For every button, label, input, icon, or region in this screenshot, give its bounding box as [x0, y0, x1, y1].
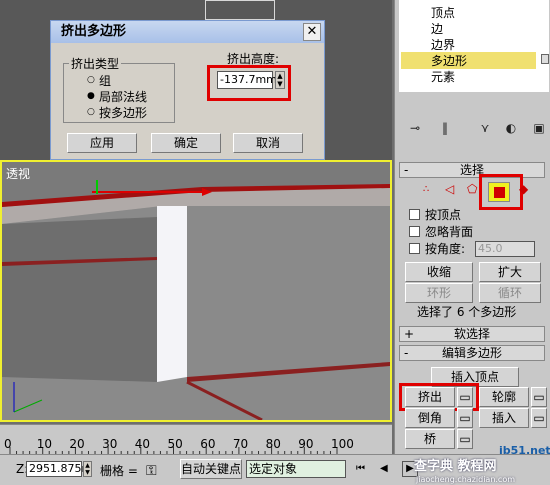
extrude-button[interactable]: 挤出: [405, 387, 455, 407]
z-coordinate-field[interactable]: 2951.875m: [26, 461, 92, 477]
ruler-tick-label: 10: [36, 437, 52, 451]
extrusion-type-label: 挤出类型: [69, 55, 122, 72]
edit-polygons-rollout-header[interactable]: - 编辑多边形: [399, 345, 545, 361]
bevel-settings-button[interactable]: ▭: [457, 408, 473, 428]
tree-item-edge[interactable]: 边: [431, 20, 443, 37]
cancel-button[interactable]: 取消: [233, 133, 303, 153]
by-angle-checkbox[interactable]: [409, 243, 420, 254]
auto-key-button[interactable]: 自动关键点: [180, 459, 242, 479]
by-vertex-label: 按顶点: [425, 208, 462, 222]
soft-selection-rollout-header[interactable]: + 软选择: [399, 326, 545, 342]
configure-icon[interactable]: ◐: [503, 120, 519, 136]
outline-settings-button[interactable]: ▭: [531, 387, 547, 407]
ring-button[interactable]: 环形: [405, 283, 473, 303]
option-local-normal-label: 局部法线: [99, 90, 148, 104]
border-mode-icon[interactable]: ⬠: [467, 182, 477, 196]
radio-group[interactable]: ○: [87, 75, 95, 85]
bridge-button[interactable]: 桥: [405, 429, 455, 449]
status-bar: Z: 2951.875m ▲ ▼ 栅格 = ⚿ 自动关键点 选定对象 ⏮ ◀ ▶ …: [0, 454, 550, 485]
dialog-title[interactable]: 挤出多边形: [51, 21, 324, 43]
modifier-stack-icon[interactable]: ‖: [437, 120, 453, 136]
inset-settings-button[interactable]: ▭: [531, 408, 547, 428]
previous-frame-icon[interactable]: ◀: [380, 463, 388, 474]
tree-item-polygon[interactable]: 多边形: [401, 52, 536, 69]
loop-button[interactable]: 循环: [479, 283, 541, 303]
ruler-tick-label: 30: [102, 437, 118, 451]
ok-button[interactable]: 确定: [151, 133, 221, 153]
height-spinner[interactable]: ▲ ▼: [275, 71, 285, 89]
apply-button[interactable]: 应用: [67, 133, 137, 153]
soft-selection-title: 软选择: [453, 327, 490, 341]
selection-rollout-header[interactable]: - 选择: [399, 162, 545, 178]
grow-button[interactable]: 扩大: [479, 262, 541, 282]
element-mode-icon[interactable]: ◆: [519, 182, 528, 196]
command-panel: 顶点 边 边界 多边形 元素 ⊸ ‖ ⋎ ◐ ▣ - 选择 ∴ ◁ ⬠ ◆ 按顶点…: [394, 0, 550, 485]
inset-button[interactable]: 插入: [479, 408, 529, 428]
ruler-tick-label: 60: [200, 437, 216, 451]
remove-modifier-icon[interactable]: ⋎: [477, 120, 493, 136]
option-by-polygon-label: 按多边形: [99, 106, 148, 120]
by-angle-label: 按角度:: [425, 242, 466, 256]
scene-geometry: [2, 180, 390, 420]
option-group-label: 组: [99, 74, 112, 88]
modifier-stack-tree: [399, 0, 549, 92]
ruler-tick-label: 50: [167, 437, 183, 451]
grid-label: 栅格 =: [100, 464, 138, 478]
key-filter-select[interactable]: 选定对象: [246, 460, 346, 478]
perspective-viewport[interactable]: 透视: [0, 160, 392, 422]
go-to-start-icon[interactable]: ⏮: [356, 463, 365, 474]
tree-item-vertex[interactable]: 顶点: [431, 4, 455, 21]
ruler-tick-label: 20: [69, 437, 85, 451]
scrollbar-thumb[interactable]: [541, 54, 549, 64]
shrink-button[interactable]: 收缩: [405, 262, 473, 282]
edit-polygons-title: 编辑多边形: [441, 346, 502, 360]
pin-stack-icon[interactable]: ⊸: [407, 120, 423, 136]
selection-status: 选择了 6 个多边形: [417, 305, 517, 319]
tree-item-border[interactable]: 边界: [431, 36, 455, 53]
extrusion-height-input[interactable]: -137.7mm: [217, 71, 277, 89]
wire-outline: [205, 0, 275, 20]
show-end-icon[interactable]: ▣: [531, 120, 547, 136]
bridge-settings-button[interactable]: ▭: [457, 429, 473, 449]
radio-local-normal[interactable]: ●: [87, 91, 95, 101]
ruler-tick-label: 100: [331, 437, 354, 451]
ignore-backfacing-checkbox[interactable]: [409, 226, 420, 237]
timeline-ruler[interactable]: 0 10 20 30 40 50 60 70 80 90 100: [0, 424, 392, 455]
ruler-tick-label: 40: [134, 437, 151, 451]
ruler-tick-label: 80: [265, 437, 281, 451]
ruler-tick-label: 0: [4, 437, 12, 451]
key-icon[interactable]: ⚿: [146, 463, 157, 479]
ignore-backfacing-label: 忽略背面: [425, 225, 474, 239]
watermark-url: jiaocheng.chazidian.com: [416, 475, 516, 484]
polygon-mode-icon[interactable]: [488, 182, 510, 202]
watermark-subtitle: 查字典 教程网: [414, 459, 497, 474]
radio-by-polygon[interactable]: ○: [87, 107, 95, 117]
outline-button[interactable]: 轮廓: [479, 387, 529, 407]
bevel-button[interactable]: 倒角: [405, 408, 455, 428]
ruler-tick-label: 70: [232, 437, 249, 451]
by-vertex-checkbox[interactable]: [409, 209, 420, 220]
extrude-polygons-dialog: 挤出多边形 ✕ 挤出类型 ○ 组 ● 局部法线 ○ 按多边形 挤出高度: -13…: [50, 20, 325, 160]
vertex-mode-icon[interactable]: ∴: [423, 184, 429, 195]
ruler-tick-label: 90: [298, 437, 314, 451]
close-icon[interactable]: ✕: [303, 23, 321, 41]
tree-item-element[interactable]: 元素: [431, 68, 455, 85]
extrude-settings-button[interactable]: ▭: [457, 387, 473, 407]
angle-input[interactable]: 45.0: [475, 241, 535, 257]
z-spinner[interactable]: ▲ ▼: [83, 461, 92, 477]
edge-mode-icon[interactable]: ◁: [445, 182, 454, 196]
